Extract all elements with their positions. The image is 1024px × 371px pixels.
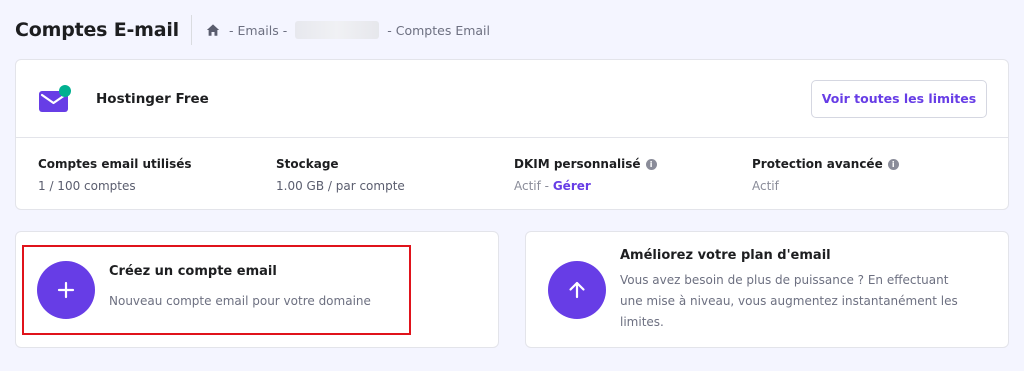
breadcrumb-separator: - bbox=[229, 22, 234, 38]
stat-label-text: Stockage bbox=[276, 157, 339, 171]
stat-label: Stockage bbox=[276, 156, 514, 172]
page-title: Comptes E-mail bbox=[15, 19, 179, 41]
info-icon[interactable]: i bbox=[645, 158, 657, 170]
upgrade-card-text: Améliorez votre plan d'email Vous avez b… bbox=[620, 248, 970, 333]
home-icon[interactable] bbox=[206, 23, 220, 37]
arrow-up-icon bbox=[569, 281, 585, 298]
create-card-title: Créez un compte email bbox=[109, 264, 277, 279]
mail-icon bbox=[39, 84, 71, 112]
breadcrumb: - Emails - - Comptes Email bbox=[206, 21, 490, 39]
stat-value: 1.00 GB / par compte bbox=[276, 179, 405, 193]
manage-dkim-link[interactable]: Gérer bbox=[553, 179, 591, 193]
info-icon[interactable]: i bbox=[887, 158, 899, 170]
stat-label-text: Protection avancée bbox=[752, 157, 883, 171]
stat-label: Protection avancée i bbox=[752, 156, 990, 172]
stat-dkim: DKIM personnalisé i Actif - Gérer bbox=[514, 156, 752, 193]
dkim-status: Actif bbox=[514, 179, 541, 193]
create-card-text: Créez un compte email Nouveau compte ema… bbox=[109, 264, 371, 312]
breadcrumb-current: Comptes Email bbox=[395, 22, 490, 38]
stat-value: Actif - Gérer bbox=[514, 179, 752, 193]
plan-card: Hostinger Free Voir toutes les limites C… bbox=[15, 59, 1009, 210]
plus-icon bbox=[57, 281, 75, 298]
upgrade-card-title: Améliorez votre plan d'email bbox=[620, 248, 831, 263]
stat-value: Actif bbox=[752, 179, 990, 193]
view-all-limits-button[interactable]: Voir toutes les limites bbox=[811, 79, 987, 118]
page-header: Comptes E-mail - Emails - - Comptes Emai… bbox=[15, 14, 490, 46]
upgrade-plan-card[interactable]: Améliorez votre plan d'email Vous avez b… bbox=[525, 231, 1009, 348]
plan-stats: Comptes email utilisés 1 / 100 comptes S… bbox=[16, 138, 1008, 193]
create-email-account-card[interactable]: Créez un compte email Nouveau compte ema… bbox=[15, 231, 499, 348]
create-card-description: Nouveau compte email pour votre domaine bbox=[109, 294, 371, 308]
stat-advanced-protection: Protection avancée i Actif bbox=[752, 156, 990, 193]
stat-value: 1 / 100 comptes bbox=[38, 179, 136, 193]
header-divider bbox=[191, 15, 192, 45]
create-account-button[interactable] bbox=[37, 260, 95, 319]
breadcrumb-separator: - bbox=[282, 22, 288, 38]
stat-label-text: Comptes email utilisés bbox=[38, 157, 192, 171]
plan-card-header: Hostinger Free Voir toutes les limites bbox=[16, 60, 1008, 138]
page: Comptes E-mail - Emails - - Comptes Emai… bbox=[0, 0, 1024, 371]
stat-email-accounts: Comptes email utilisés 1 / 100 comptes bbox=[38, 156, 276, 193]
upgrade-card-description: Vous avez besoin de plus de puissance ? … bbox=[620, 273, 958, 329]
stat-label-text: DKIM personnalisé bbox=[514, 157, 641, 171]
plan-name: Hostinger Free bbox=[96, 90, 209, 107]
upgrade-plan-button[interactable] bbox=[548, 260, 606, 319]
stat-label: DKIM personnalisé i bbox=[514, 156, 752, 172]
breadcrumb-separator: - bbox=[387, 22, 392, 38]
stat-label: Comptes email utilisés bbox=[38, 156, 276, 172]
stat-storage: Stockage 1.00 GB / par compte bbox=[276, 156, 514, 193]
protection-status: Actif bbox=[752, 179, 779, 193]
breadcrumb-emails[interactable]: Emails bbox=[238, 23, 279, 38]
breadcrumb-domain-redacted[interactable] bbox=[295, 21, 380, 39]
dkim-separator: - bbox=[540, 179, 553, 193]
